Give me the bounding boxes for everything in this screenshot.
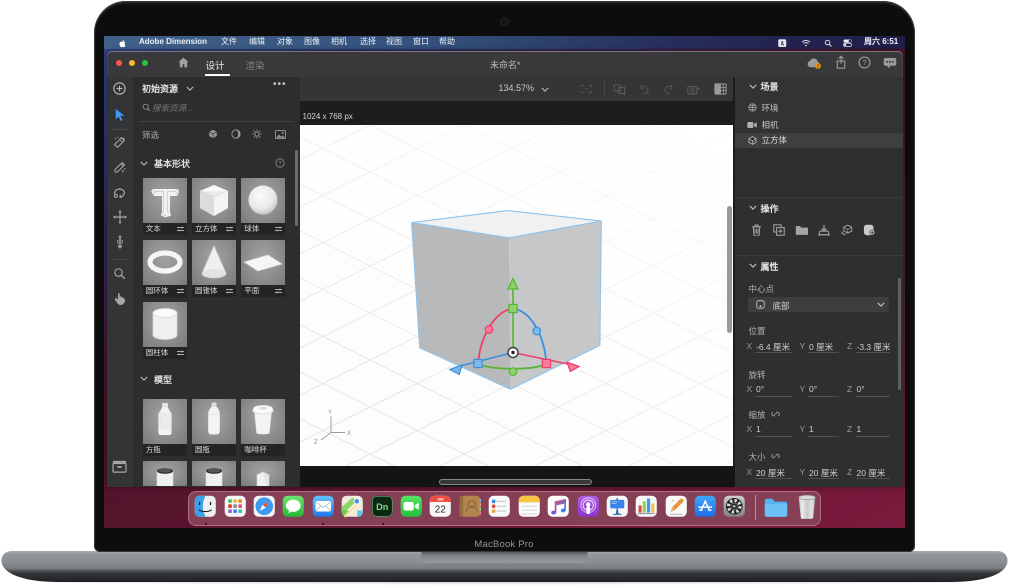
svg-text:22: 22 [435, 505, 446, 516]
svg-text:!: ! [817, 64, 819, 69]
svg-text:Y: Y [328, 410, 332, 416]
svg-text:X: X [347, 431, 351, 437]
svg-text:Z: Z [314, 440, 318, 446]
svg-text:“: “ [671, 499, 674, 505]
svg-text:JUN: JUN [437, 498, 444, 502]
svg-text:?: ? [862, 58, 866, 67]
svg-text:Dn: Dn [376, 502, 389, 512]
svg-text:?: ? [278, 160, 281, 166]
